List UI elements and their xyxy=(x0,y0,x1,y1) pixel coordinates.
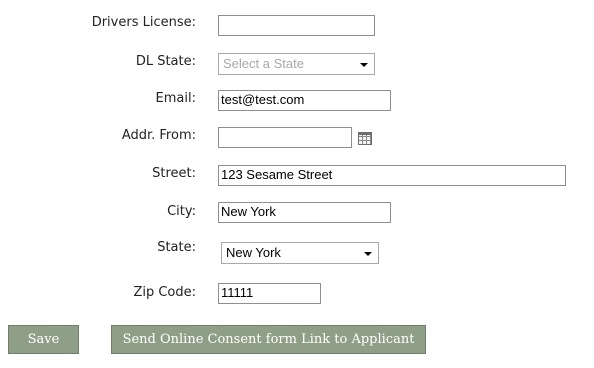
chevron-down-icon xyxy=(364,252,372,256)
email-label: Email: xyxy=(155,91,196,106)
state-selected-value: New York xyxy=(226,245,281,260)
street-label: Street: xyxy=(152,166,196,181)
save-button[interactable]: Save xyxy=(8,325,79,354)
state-select[interactable]: New York xyxy=(221,242,379,264)
email-field[interactable]: test@test.com xyxy=(218,90,391,111)
send-consent-link-button[interactable]: Send Online Consent form Link to Applica… xyxy=(111,325,426,354)
addr-from-label: Addr. From: xyxy=(121,128,196,143)
chevron-down-icon xyxy=(360,63,368,67)
dl-state-placeholder: Select a State xyxy=(223,56,304,71)
calendar-icon[interactable] xyxy=(358,132,372,145)
city-field[interactable]: New York xyxy=(218,202,391,223)
addr-from-field[interactable] xyxy=(218,127,352,148)
city-label: City: xyxy=(167,204,196,219)
dl-state-label: DL State: xyxy=(135,54,196,69)
drivers-license-label: Drivers License: xyxy=(91,15,196,30)
state-label: State: xyxy=(157,240,196,255)
zip-code-label: Zip Code: xyxy=(133,285,196,300)
drivers-license-field[interactable] xyxy=(218,15,375,36)
street-field[interactable]: 123 Sesame Street xyxy=(218,165,566,186)
dl-state-select[interactable]: Select a State xyxy=(218,53,375,75)
zip-code-field[interactable]: 11111 xyxy=(218,283,321,304)
